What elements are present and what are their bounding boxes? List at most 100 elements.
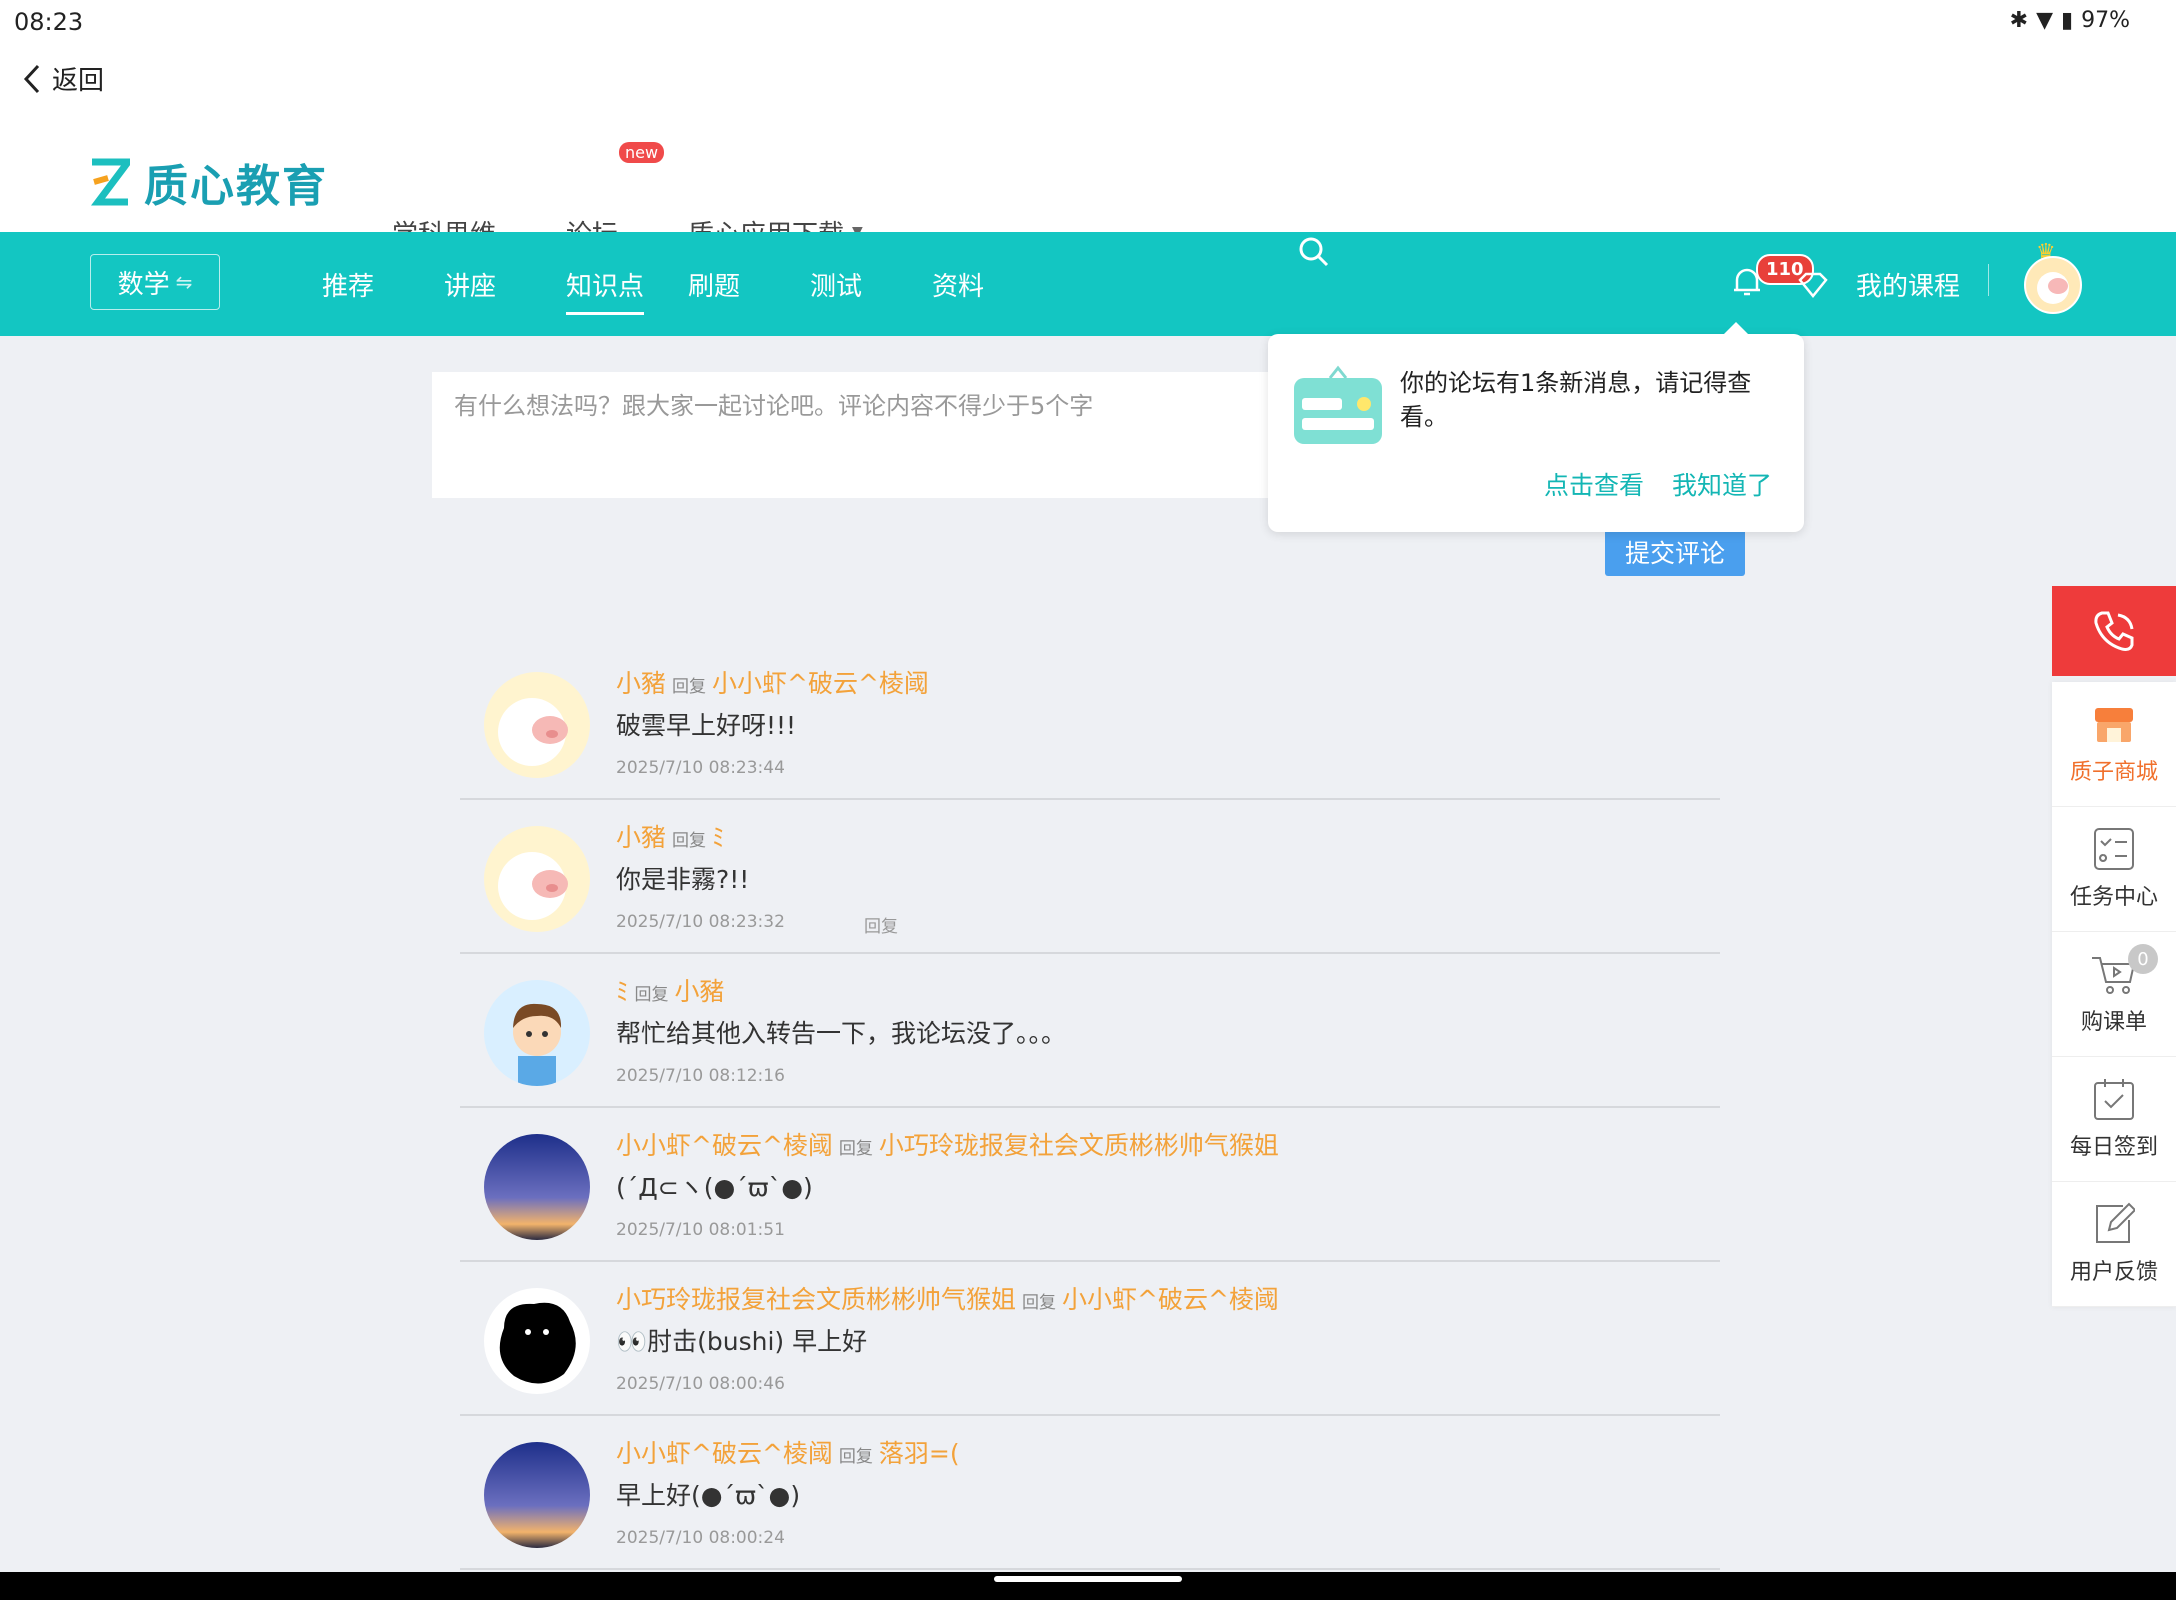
chevron-left-icon [23, 64, 40, 93]
battery-level: 97% [2081, 8, 2130, 33]
reply-target[interactable]: 小小虾^破云^棱阈 [712, 669, 929, 698]
sidebar-item-feedback[interactable]: 用户反馈 [2052, 1182, 2176, 1307]
main-tabs: 推荐 讲座 知识点 刷题 测试 资料 [322, 266, 1054, 315]
tab-exercises[interactable]: 刷题 [688, 266, 810, 303]
tab-lectures[interactable]: 讲座 [444, 266, 566, 303]
sidebar-item-label: 质子商城 [2069, 760, 2158, 785]
status-icons: ✱ ▼ ▮ 97% [2010, 8, 2130, 33]
switch-icon: ⇋ [175, 270, 193, 294]
new-badge: new [618, 142, 665, 163]
comment-content: 破雲早上好呀!!! [616, 711, 797, 740]
sidebar-item-checkin[interactable]: 每日签到 [2052, 1057, 2176, 1182]
comment-header: 小巧玲珑报复社会文质彬彬帅气猴姐 回复 小小虾^破云^棱阈 [616, 1280, 1279, 1316]
comment-list: 小豬 回复 小小虾^破云^棱阈 破雲早上好呀!!! 2025/7/10 08:23:… [460, 646, 1720, 1570]
reply-word: 回复 [634, 985, 669, 1005]
back-button[interactable]: 返回 [22, 60, 104, 97]
tab-recommend[interactable]: 推荐 [322, 266, 444, 303]
main-nav-bar: 数学 ⇋ 推荐 讲座 知识点 刷题 测试 资料 110 我的课程 ♛ [0, 232, 2176, 336]
my-courses-link[interactable]: 我的课程 [1856, 266, 1960, 303]
sidebar-item-cart[interactable]: 0 购课单 [2052, 932, 2176, 1057]
sidebar-item-label: 购课单 [2080, 1010, 2147, 1035]
subject-selector[interactable]: 数学 ⇋ [90, 254, 220, 310]
comment-content: 帮忙给其他入转告一下，我论坛没了。。。 [616, 1019, 1067, 1048]
list-item: ﾐ回复 小豬 帮忙给其他入转告一下，我论坛没了。。。 2025/7/10 08:1… [460, 954, 1720, 1108]
comment-author[interactable]: 小巧玲珑报复社会文质彬彬帅气猴姐 [616, 1285, 1016, 1314]
search-icon[interactable] [1298, 236, 1330, 272]
dismiss-button[interactable]: 我知道了 [1672, 466, 1772, 502]
comment-header: 小小虾^破云^棱阈 回复 落羽=( [616, 1434, 960, 1470]
list-item: 小小虾^破云^棱阈 回复 落羽=( 早上好(●´ϖ`●) 2025/7/10 08:… [460, 1416, 1720, 1570]
user-avatar[interactable] [2024, 256, 2082, 314]
comment-content: 👀肘击(bushi) 早上好 [616, 1327, 868, 1356]
submit-comment-button[interactable]: 提交评论 [1605, 528, 1745, 576]
floating-sidebar: 质子商城 任务中心 0 购课单 每日签到 用户反馈 [2052, 586, 2176, 1307]
system-nav-bar [0, 1572, 2176, 1600]
avatar[interactable] [484, 980, 590, 1086]
popup-actions: 点击查看 我知道了 [1544, 466, 1772, 502]
avatar[interactable] [484, 826, 590, 932]
comment-header: 小豬 回复ﾐ [616, 818, 725, 854]
calendar-check-icon [2094, 1079, 2134, 1120]
sidebar-panel: 质子商城 任务中心 0 购课单 每日签到 用户反馈 [2052, 682, 2176, 1307]
comment-date: 2025/7/10 08:23:44 [616, 758, 785, 778]
comment-author[interactable]: 小小虾^破云^棱阈 [616, 1131, 833, 1160]
reply-link[interactable]: 回复 [864, 912, 898, 937]
reply-target[interactable]: 小巧玲珑报复社会文质彬彬帅气猴姐 [879, 1131, 1279, 1160]
reply-target[interactable]: ﾐ [712, 823, 725, 852]
list-item: 小豬 回复 小小虾^破云^棱阈 破雲早上好呀!!! 2025/7/10 08:23:… [460, 646, 1720, 800]
reply-word: 回复 [838, 1139, 873, 1159]
popup-message: 你的论坛有1条新消息，请记得查看。 [1400, 369, 1752, 431]
reply-target[interactable]: 落羽=( [879, 1439, 960, 1468]
vip-diamond-icon[interactable] [1798, 272, 1828, 302]
forum-notification-popup: 你的论坛有1条新消息，请记得查看。 点击查看 我知道了 [1268, 322, 1804, 532]
comment-header: 小豬 回复 小小虾^破云^棱阈 [616, 664, 929, 700]
comment-author[interactable]: ﾐ [616, 977, 629, 1006]
reply-target[interactable]: 小小虾^破云^棱阈 [1062, 1285, 1279, 1314]
comment-content: 你是非霧?!! [616, 865, 750, 894]
phone-button[interactable] [2052, 586, 2176, 676]
comment-author[interactable]: 小豬 [616, 669, 666, 698]
comment-author[interactable]: 小豬 [616, 823, 666, 852]
comment-author[interactable]: 小小虾^破云^棱阈 [616, 1439, 833, 1468]
comment-content: 早上好(●´ϖ`●) [616, 1481, 801, 1510]
bluetooth-icon: ✱ [2009, 8, 2029, 33]
phone-icon [2094, 611, 2134, 651]
avatar[interactable] [484, 672, 590, 778]
site-header: 质心教育 学科思维 论坛 new 质心应用下载 ▼ [0, 112, 2176, 310]
avatar[interactable] [484, 1442, 590, 1548]
edit-icon [2096, 1202, 2135, 1243]
avatar[interactable] [484, 1134, 590, 1240]
battery-icon: ▮ [2060, 8, 2074, 33]
comment-date: 2025/7/10 08:00:46 [616, 1374, 785, 1394]
comment-date: 2025/7/10 08:23:32 [616, 912, 785, 932]
tab-tests[interactable]: 测试 [810, 266, 932, 303]
message-radio-icon [1292, 364, 1384, 452]
sidebar-item-shop[interactable]: 质子商城 [2052, 682, 2176, 807]
sidebar-item-label: 每日签到 [2069, 1135, 2158, 1160]
comment-date: 2025/7/10 08:00:24 [616, 1528, 785, 1548]
reply-word: 回复 [1022, 1293, 1057, 1313]
home-handle[interactable] [994, 1576, 1182, 1582]
sidebar-item-label: 用户反馈 [2069, 1260, 2158, 1285]
shop-icon [2095, 708, 2133, 742]
back-label: 返回 [52, 66, 105, 96]
list-item: 小巧玲珑报复社会文质彬彬帅气猴姐 回复 小小虾^破云^棱阈 👀肘击(bushi) 早… [460, 1262, 1720, 1416]
cart-count-badge: 0 [2128, 944, 2158, 974]
subject-label: 数学 [117, 269, 170, 300]
back-bar: 返回 [0, 44, 2176, 112]
view-message-button[interactable]: 点击查看 [1544, 466, 1644, 502]
logo-icon [91, 158, 130, 206]
reply-target[interactable]: 小豬 [675, 977, 725, 1006]
comment-date: 2025/7/10 08:12:16 [616, 1066, 785, 1086]
tab-knowledge[interactable]: 知识点 [566, 266, 688, 315]
checklist-icon [2094, 828, 2134, 870]
reply-word: 回复 [672, 677, 707, 697]
brand-logo[interactable]: 质心教育 [90, 150, 328, 214]
sidebar-item-tasks[interactable]: 任务中心 [2052, 807, 2176, 932]
tab-materials[interactable]: 资料 [932, 266, 1054, 303]
avatar[interactable] [484, 1288, 590, 1394]
comment-content: (´Д⊂ヽ(●´ϖ`●) [616, 1173, 813, 1202]
reply-word: 回复 [838, 1447, 873, 1467]
comment-date: 2025/7/10 08:01:51 [616, 1220, 785, 1240]
status-time: 08:23 [14, 8, 84, 36]
